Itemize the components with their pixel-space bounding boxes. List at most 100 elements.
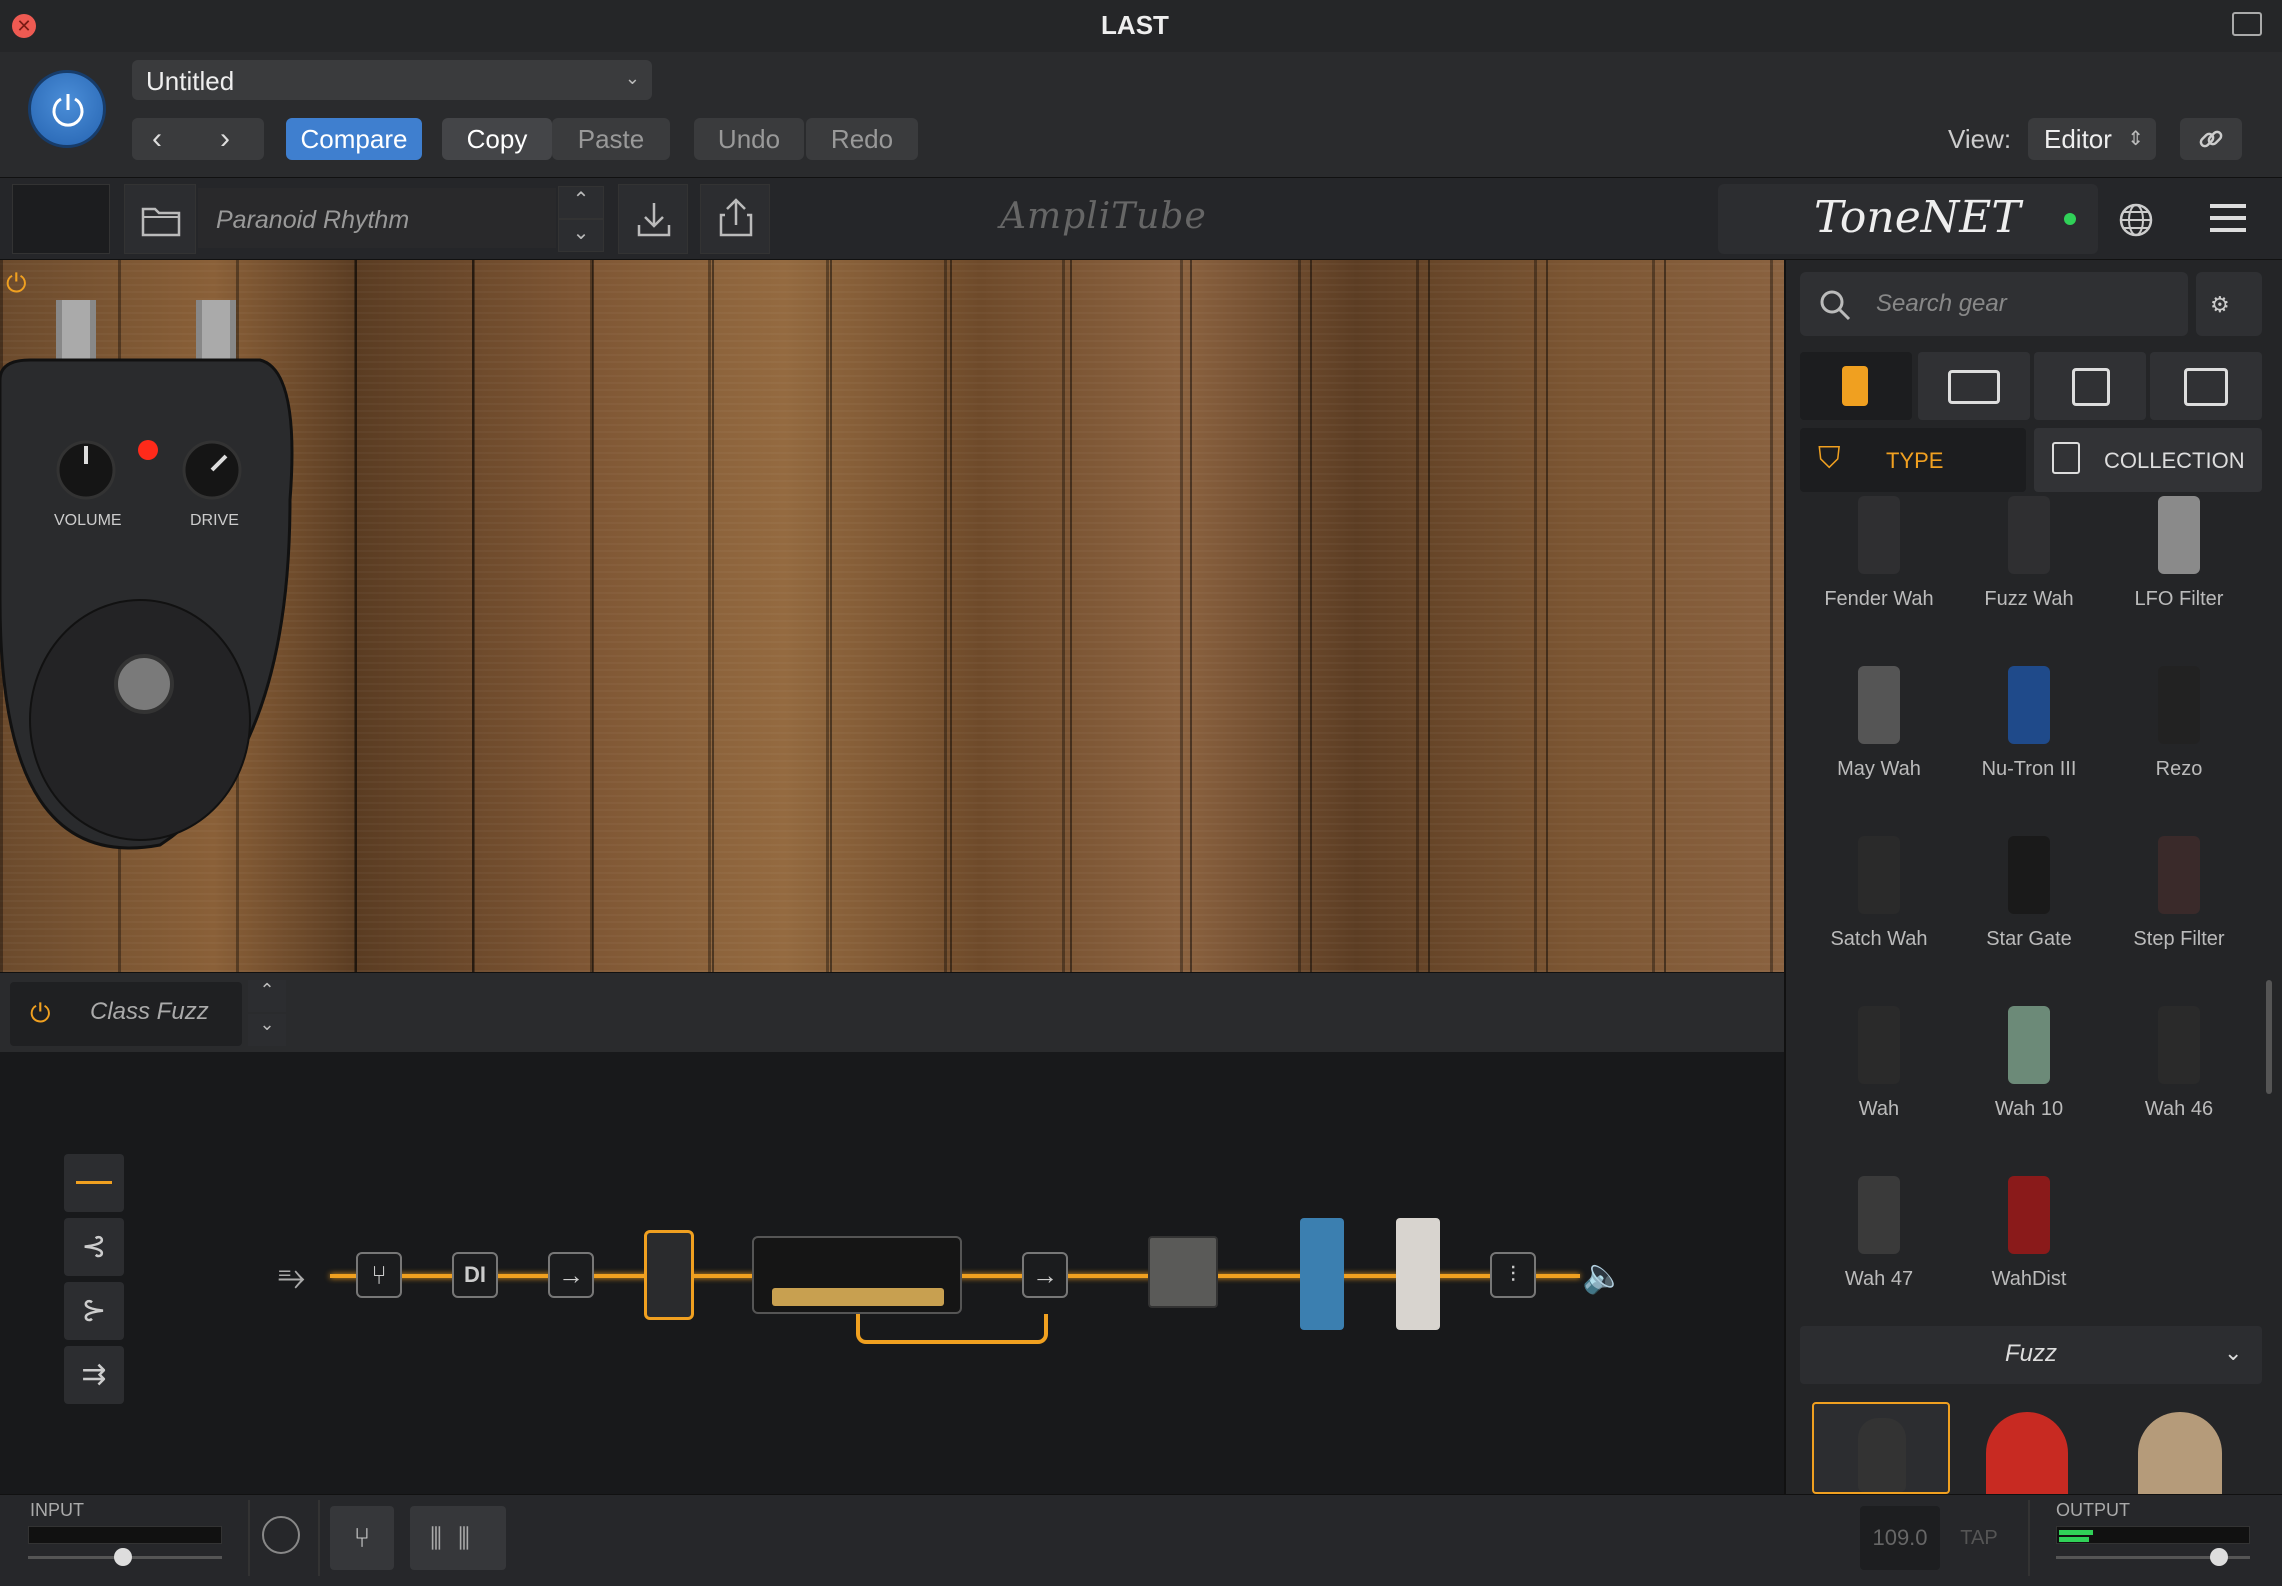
divider: [2028, 1500, 2030, 1576]
fuzz-item-red[interactable]: [1986, 1412, 2068, 1494]
gear-item-label[interactable]: Star Gate: [1954, 928, 2104, 951]
gear-thumb[interactable]: [1858, 496, 1900, 574]
undo-button[interactable]: Undo: [694, 118, 804, 160]
gear-thumb[interactable]: [2008, 1006, 2050, 1084]
divider: [248, 1500, 250, 1576]
host-preset-select[interactable]: Untitled ⌄: [132, 60, 652, 100]
mixer-block-icon[interactable]: ⫶: [1490, 1252, 1536, 1298]
fuzz-pedal-block[interactable]: [644, 1230, 694, 1320]
route-single-button[interactable]: [64, 1154, 124, 1212]
gear-thumb[interactable]: [2008, 1176, 2050, 1254]
block-power-icon[interactable]: ⏻: [30, 998, 51, 1030]
gear-thumb[interactable]: [1858, 836, 1900, 914]
gear-thumb[interactable]: [1858, 1176, 1900, 1254]
block-down-button[interactable]: ⌄: [248, 1014, 286, 1046]
gear-thumb[interactable]: [1858, 1006, 1900, 1084]
speaker-cab-icon: [2072, 368, 2110, 406]
compare-button[interactable]: Compare: [286, 118, 422, 160]
volume-knob-label: VOLUME: [54, 512, 122, 529]
preset-up-button[interactable]: ⌃: [558, 186, 604, 219]
category-stomps[interactable]: [1800, 352, 1912, 420]
category-cabs[interactable]: [2034, 352, 2146, 420]
browser-scrollbar[interactable]: [2266, 980, 2272, 1094]
route-parallel-button[interactable]: ⇉: [64, 1346, 124, 1404]
fuzz-item-tan[interactable]: [2138, 1412, 2222, 1494]
amp-fx-loop-wire: [856, 1314, 1048, 1344]
picture-in-picture-icon[interactable]: [2232, 12, 2262, 36]
midi-icon[interactable]: [262, 1516, 300, 1554]
link-button[interactable]: [2180, 118, 2242, 160]
main-menu-button[interactable]: [2188, 184, 2268, 254]
tuner-block-icon[interactable]: ⑂: [356, 1252, 402, 1298]
gear-item-label[interactable]: Satch Wah: [1804, 928, 1954, 951]
view-select[interactable]: Editor ⇕: [2028, 118, 2156, 160]
category-amps[interactable]: [1918, 352, 2030, 420]
rig-filter-button[interactable]: ⚙: [2196, 272, 2262, 336]
gear-item-label[interactable]: Rezo: [2104, 758, 2254, 781]
loop-return-slot[interactable]: →: [1022, 1252, 1068, 1298]
collection-filter-button[interactable]: COLLECTION: [2034, 428, 2262, 492]
rack-comp-block[interactable]: [1396, 1218, 1440, 1330]
rack-eq-block[interactable]: [1300, 1218, 1344, 1330]
input-slider-thumb[interactable]: [114, 1548, 132, 1566]
category-rack[interactable]: [2150, 352, 2262, 420]
preset-down-button[interactable]: ⌄: [558, 219, 604, 252]
route-split-b-button[interactable]: ⊱: [64, 1282, 124, 1340]
gear-item-label[interactable]: May Wah: [1804, 758, 1954, 781]
rig-icon: ⚙: [2210, 292, 2230, 317]
preset-name-field[interactable]: Paranoid Rhythm: [198, 188, 556, 248]
fuzz-category-label: Fuzz: [2004, 1340, 2057, 1367]
gear-item-label[interactable]: Wah 47: [1804, 1268, 1954, 1291]
block-up-button[interactable]: ⌃: [248, 980, 286, 1012]
output-slider-thumb[interactable]: [2210, 1548, 2228, 1566]
input-meter: [28, 1526, 222, 1544]
gear-item-label[interactable]: Wah 46: [2104, 1098, 2254, 1121]
chevron-right-icon[interactable]: ›: [220, 122, 230, 156]
preset-export-button[interactable]: [700, 184, 770, 254]
preset-folder-button[interactable]: [124, 184, 196, 254]
gear-item-label[interactable]: Nu-Tron III: [1954, 758, 2104, 781]
fuzz-item-class-fuzz[interactable]: [1812, 1402, 1950, 1494]
preset-thumbnail[interactable]: [12, 184, 110, 254]
globe-button[interactable]: [2116, 184, 2156, 254]
class-fuzz-thumb: [1858, 1418, 1906, 1492]
bpm-field[interactable]: 109.0: [1860, 1506, 1940, 1570]
redo-button[interactable]: Redo: [806, 118, 918, 160]
gear-thumb[interactable]: [1858, 666, 1900, 744]
globe-icon: [2119, 203, 2153, 237]
chevron-left-icon[interactable]: ‹: [152, 122, 162, 156]
gear-item-label[interactable]: LFO Filter: [2104, 588, 2254, 611]
stage-power-icon[interactable]: ⏻: [6, 268, 27, 300]
tonenet-logo: ToneNET: [1814, 192, 2021, 243]
fuzz-pedal[interactable]: [0, 300, 300, 860]
cabinet-block[interactable]: [1148, 1236, 1218, 1308]
type-filter-button[interactable]: ⛉ TYPE: [1800, 428, 2026, 492]
gear-thumb[interactable]: [2158, 836, 2200, 914]
gear-thumb[interactable]: [2008, 836, 2050, 914]
tuner-icon[interactable]: ⑂: [330, 1506, 394, 1570]
gear-item-label[interactable]: WahDist: [1954, 1268, 2104, 1291]
route-split-a-button[interactable]: ⊰: [64, 1218, 124, 1276]
paste-button[interactable]: Paste: [552, 118, 670, 160]
collection-label: COLLECTION: [2104, 448, 2245, 473]
stomp-slot-1[interactable]: →: [548, 1252, 594, 1298]
tap-button[interactable]: TAP: [1948, 1506, 2010, 1570]
amplitube-logo: AmpliTube: [1000, 196, 1207, 237]
amp-head-block[interactable]: [752, 1236, 962, 1314]
gear-thumb[interactable]: [2158, 1006, 2200, 1084]
gear-item-label[interactable]: Step Filter: [2104, 928, 2254, 951]
copy-button[interactable]: Copy: [442, 118, 552, 160]
gear-item-label[interactable]: Wah 10: [1954, 1098, 2104, 1121]
di-block[interactable]: DI: [452, 1252, 498, 1298]
gear-thumb[interactable]: [2158, 496, 2200, 574]
gear-item-label[interactable]: Fender Wah: [1804, 588, 1954, 611]
gear-thumb[interactable]: [2008, 496, 2050, 574]
gear-thumb[interactable]: [2158, 666, 2200, 744]
gear-item-label[interactable]: Wah: [1804, 1098, 1954, 1121]
hamburger-icon: [2210, 204, 2246, 232]
plugin-power-button[interactable]: [28, 70, 106, 148]
gear-thumb[interactable]: [2008, 666, 2050, 744]
preset-import-button[interactable]: [618, 184, 688, 254]
metronome-icon[interactable]: ⫼⫼: [410, 1506, 506, 1570]
gear-item-label[interactable]: Fuzz Wah: [1954, 588, 2104, 611]
